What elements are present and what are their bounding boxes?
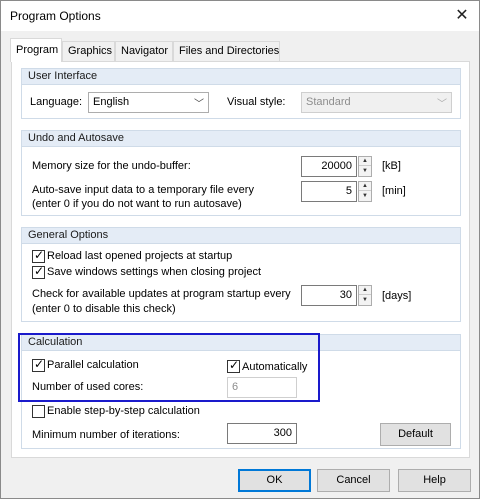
min-iterations-label: Minimum number of iterations: [32, 429, 180, 441]
memory-unit-label: [kB] [382, 160, 401, 172]
autosave-stepper[interactable]: ▲ ▼ [358, 181, 372, 202]
spin-up-icon[interactable]: ▲ [359, 157, 371, 166]
save-windows-label: Save windows settings when closing proje… [47, 266, 262, 278]
reload-projects-label: Reload last opened projects at startup [47, 250, 233, 262]
reload-projects-checkbox[interactable]: ✓ [32, 248, 45, 263]
chevron-down-icon: ﹀ [194, 99, 204, 110]
autosave-label-line2: (enter 0 if you do not want to run autos… [32, 198, 242, 210]
spin-down-icon[interactable]: ▼ [359, 167, 371, 176]
updates-label-line2: (enter 0 to disable this check) [32, 303, 176, 315]
spin-up-icon[interactable]: ▲ [359, 286, 371, 295]
visual-style-select: Standard ﹀ [301, 92, 452, 113]
updates-days-input[interactable]: 30 [301, 285, 357, 306]
spin-down-icon[interactable]: ▼ [359, 296, 371, 305]
ok-button[interactable]: OK [238, 469, 311, 492]
step-by-step-checkbox[interactable] [32, 405, 45, 418]
group-header-user-interface: User Interface [22, 69, 460, 85]
help-button[interactable]: Help [398, 469, 471, 492]
group-header-undo-autosave: Undo and Autosave [22, 131, 460, 147]
tab-program[interactable]: Program [10, 38, 62, 62]
calculation-highlight-box [18, 333, 320, 402]
checkmark-icon: ✓ [34, 264, 45, 278]
language-label: Language: [30, 96, 82, 108]
autosave-unit-label: [min] [382, 185, 406, 197]
updates-days-stepper[interactable]: ▲ ▼ [358, 285, 372, 306]
tab-graphics[interactable]: Graphics [62, 41, 115, 61]
memory-size-stepper[interactable]: ▲ ▼ [358, 156, 372, 177]
window-title: Program Options [10, 9, 101, 23]
close-icon[interactable]: ✕ [445, 1, 479, 31]
title-bar: Program Options ✕ [1, 1, 479, 31]
autosave-label-line1: Auto-save input data to a temporary file… [32, 184, 254, 196]
visual-style-label: Visual style: [227, 96, 286, 108]
autosave-input[interactable]: 5 [301, 181, 357, 202]
program-options-window: Program Options ✕ Program Graphics Navig… [0, 0, 480, 499]
updates-unit-label: [days] [382, 290, 412, 302]
checkmark-icon: ✓ [34, 248, 45, 262]
chevron-down-icon: ﹀ [437, 99, 447, 110]
language-select[interactable]: English ﹀ [88, 92, 209, 113]
memory-size-label: Memory size for the undo-buffer: [32, 160, 191, 172]
group-header-general-options: General Options [22, 228, 460, 244]
default-button[interactable]: Default [380, 423, 451, 446]
language-select-value: English [93, 96, 130, 108]
spin-down-icon[interactable]: ▼ [359, 192, 371, 201]
save-windows-checkbox[interactable]: ✓ [32, 264, 45, 279]
tab-navigator[interactable]: Navigator [115, 41, 173, 61]
min-iterations-input[interactable]: 300 [227, 423, 297, 444]
memory-size-input[interactable]: 20000 [301, 156, 357, 177]
tab-files-and-directories[interactable]: Files and Directories [173, 41, 280, 61]
visual-style-value: Standard [306, 96, 351, 108]
cancel-button[interactable]: Cancel [317, 469, 390, 492]
spin-up-icon[interactable]: ▲ [359, 182, 371, 191]
updates-label-line1: Check for available updates at program s… [32, 288, 291, 300]
step-by-step-label: Enable step-by-step calculation [47, 405, 200, 417]
